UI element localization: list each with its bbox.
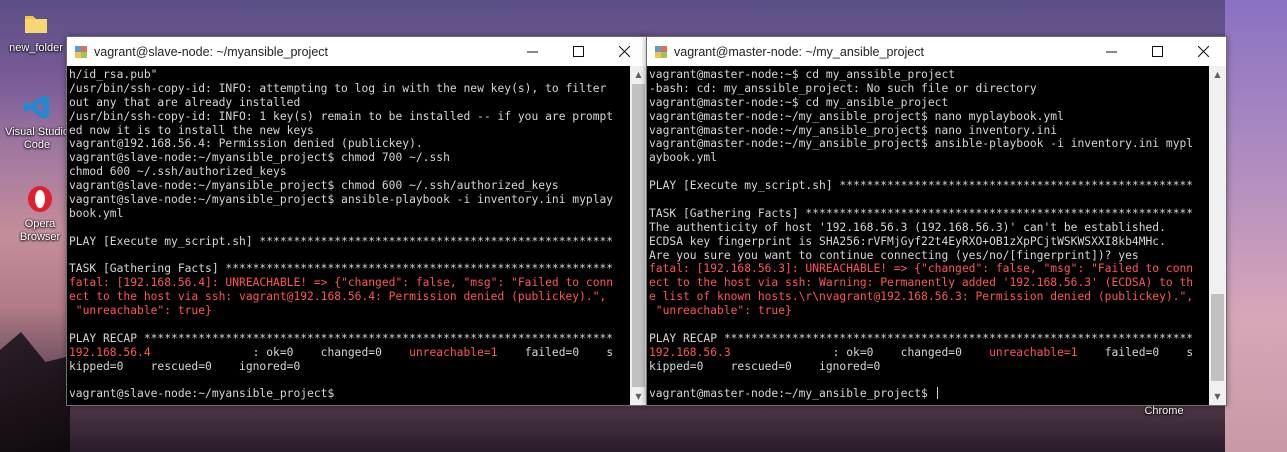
- terminal-line: vagrant@master-node:~/my_ansible_project…: [649, 387, 1209, 401]
- terminal-line: vagrant@slave-node:~/myansible_project$ …: [69, 151, 450, 165]
- maximize-icon: [572, 46, 584, 57]
- scroll-up-arrow-icon[interactable]: ▲: [630, 66, 647, 83]
- terminal-line: "unreachable": true}: [69, 304, 212, 318]
- scroll-down-arrow-icon[interactable]: ▼: [630, 388, 647, 405]
- window-title: vagrant@master-node: ~/my_ansible_projec…: [674, 44, 924, 59]
- terminal-text-segment: unreachable=1: [409, 345, 498, 359]
- title-bar[interactable]: vagrant@master-node: ~/my_ansible_projec…: [647, 37, 1226, 66]
- close-icon: [618, 46, 630, 57]
- terminal-line: vagrant@master-node:~/my_ansible_project…: [649, 137, 1194, 151]
- terminal-line: The authenticity of host '192.168.56.3 (…: [649, 220, 1166, 234]
- terminal-text-segment: unreachable=1: [989, 345, 1078, 359]
- terminal-line: PLAY [Execute my_script.sh] ************…: [649, 179, 1194, 193]
- close-button[interactable]: [601, 37, 647, 66]
- minimize-icon: [526, 51, 538, 53]
- terminal-line: vagrant@slave-node:~/myansible_project$ …: [69, 193, 614, 207]
- minimize-icon: [1105, 51, 1117, 53]
- terminal-output[interactable]: h/id_rsa.pub"/usr/bin/ssh-copy-id: INFO:…: [67, 66, 630, 405]
- desktop-icon-label: Opera Browser: [19, 218, 61, 243]
- terminal-line: vagrant@master-node:~/my_ansible_project…: [649, 109, 1064, 123]
- terminal-line: aybook.yml: [649, 151, 718, 165]
- folder-icon: [25, 16, 47, 33]
- minimize-button[interactable]: [1088, 37, 1134, 66]
- terminal-line: vagrant@master-node:~$ cd my_ansible_pro…: [649, 95, 949, 109]
- terminal-line: 192.168.56.4 : ok=0 changed=0 unreachabl…: [69, 346, 630, 360]
- scrollbar-thumb[interactable]: [632, 84, 645, 387]
- title-bar[interactable]: vagrant@slave-node: ~/myansible_project: [67, 37, 647, 66]
- terminal-line: vagrant@master-node:~$ cd my_anssible_pr…: [649, 68, 956, 81]
- terminal-window-master[interactable]: vagrant@master-node: ~/my_ansible_projec…: [646, 36, 1227, 406]
- maximize-button[interactable]: [1134, 37, 1180, 66]
- terminal-line: "unreachable": true}: [649, 304, 792, 318]
- terminal-line: vagrant@master-node:~/my_ansible_project…: [649, 123, 1058, 137]
- terminal-line: 192.168.56.3 : ok=0 changed=0 unreachabl…: [649, 346, 1209, 360]
- terminal-line: -bash: cd: my_anssible_project: No such …: [649, 81, 1037, 95]
- putty-icon: [655, 45, 667, 58]
- terminal-output[interactable]: vagrant@master-node:~$ cd my_anssible_pr…: [647, 66, 1209, 405]
- minimize-button[interactable]: [509, 37, 555, 66]
- desktop-icon-opera[interactable]: Opera Browser: [6, 184, 74, 244]
- terminal-line: kipped=0 rescued=0 ignored=0: [69, 359, 301, 373]
- terminal-window-slave[interactable]: vagrant@slave-node: ~/myansible_project …: [66, 36, 648, 406]
- desktop-icon-new-folder[interactable]: new_folder: [2, 8, 70, 55]
- scroll-up-arrow-icon[interactable]: ▲: [1209, 66, 1226, 83]
- terminal-line: fatal: [192.168.56.3]: UNREACHABLE! => {…: [649, 262, 1194, 276]
- terminal-line: Are you sure you want to continue connec…: [649, 248, 1139, 262]
- close-button[interactable]: [1180, 37, 1226, 66]
- desktop-wallpaper-rocks: [0, 332, 70, 452]
- terminal-line: /usr/bin/ssh-copy-id: INFO: attempting t…: [69, 81, 607, 95]
- terminal-line: ect to the host via ssh: vagrant@192.168…: [69, 290, 607, 304]
- maximize-button[interactable]: [555, 37, 601, 66]
- terminal-line: vagrant@192.168.56.4: Permission denied …: [69, 137, 423, 151]
- desktop-wallpaper-right: [1225, 0, 1287, 452]
- scrollbar[interactable]: ▲ ▼: [630, 66, 647, 405]
- terminal-line: ECDSA key fingerprint is SHA256:rVFMjGyf…: [649, 234, 1166, 248]
- window-title: vagrant@slave-node: ~/myansible_project: [94, 44, 328, 59]
- scrollbar[interactable]: ▲ ▼: [1209, 66, 1226, 405]
- terminal-line: h/id_rsa.pub": [69, 68, 158, 81]
- terminal-text-segment: 192.168.56.4: [69, 345, 151, 359]
- desktop-icon-label: Visual Studio Code: [4, 126, 69, 151]
- terminal-text-segment: : ok=0 changed=0: [150, 345, 410, 359]
- terminal-text-segment: failed=0 s: [1077, 345, 1194, 359]
- terminal-line: PLAY [Execute my_script.sh] ************…: [69, 234, 614, 248]
- terminal-line: TASK [Gathering Facts] *****************…: [69, 262, 614, 276]
- text-cursor: [936, 387, 938, 400]
- terminal-line: /usr/bin/ssh-copy-id: INFO: 1 key(s) rem…: [69, 109, 614, 123]
- terminal-text-segment: failed=0 s: [497, 345, 614, 359]
- maximize-icon: [1151, 46, 1163, 57]
- scroll-down-arrow-icon[interactable]: ▼: [1209, 388, 1226, 405]
- terminal-line: ect to the host via ssh: Warning: Perman…: [649, 276, 1194, 290]
- terminal-line: chmod 600 ~/.ssh/authorized_keys: [69, 165, 287, 179]
- vscode-icon: [24, 95, 49, 119]
- terminal-line: vagrant@slave-node:~/myansible_project$: [69, 387, 342, 401]
- terminal-text-segment: : ok=0 changed=0: [730, 345, 990, 359]
- putty-icon: [75, 45, 87, 58]
- terminal-line: book.yml: [69, 206, 124, 220]
- terminal-line: kipped=0 rescued=0 ignored=0: [649, 359, 881, 373]
- desktop-icon-label: Chrome: [1144, 405, 1184, 417]
- terminal-line: vagrant@slave-node:~/myansible_project$ …: [69, 179, 559, 193]
- terminal-line: fatal: [192.168.56.4]: UNREACHABLE! => {…: [69, 276, 614, 290]
- close-icon: [1197, 46, 1209, 57]
- terminal-text-segment: 192.168.56.3: [649, 345, 731, 359]
- terminal-line: ed now it is to install the new keys: [69, 123, 314, 137]
- terminal-line: out any that are already installed: [69, 95, 301, 109]
- terminal-line: PLAY RECAP *****************************…: [649, 331, 1194, 345]
- opera-icon: [28, 186, 52, 212]
- terminal-line: TASK [Gathering Facts] *****************…: [649, 206, 1194, 220]
- terminal-line: PLAY RECAP *****************************…: [69, 331, 614, 345]
- desktop-icon-vscode[interactable]: Visual Studio Code: [3, 92, 71, 152]
- scrollbar-thumb[interactable]: [1211, 294, 1224, 381]
- desktop-icon-label: new_folder: [9, 42, 63, 54]
- terminal-line: e list of known hosts.\r\nvagrant@192.16…: [649, 290, 1194, 304]
